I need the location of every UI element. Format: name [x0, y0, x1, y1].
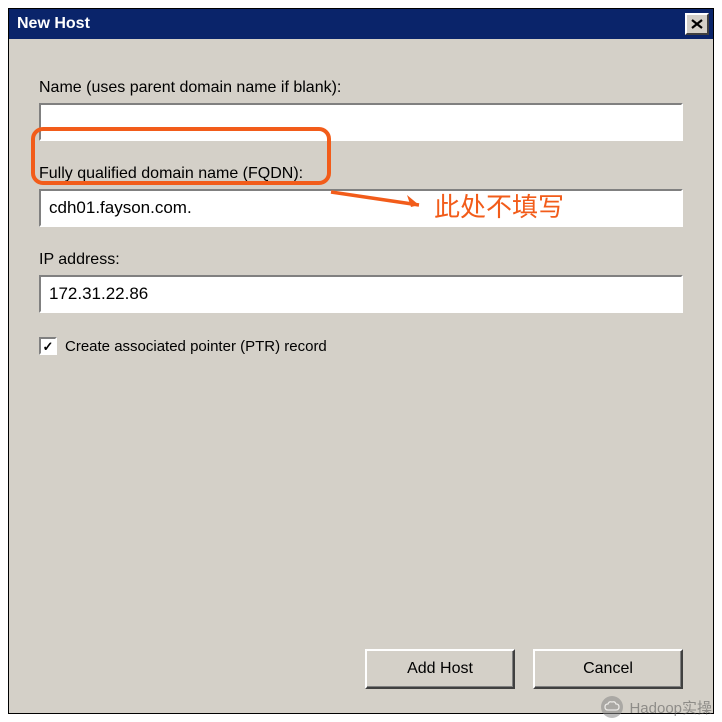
ptr-checkbox[interactable] [39, 337, 57, 355]
cancel-button[interactable]: Cancel [533, 649, 683, 689]
fqdn-label: Fully qualified domain name (FQDN): [39, 165, 683, 183]
ip-label: IP address: [39, 251, 683, 269]
name-input[interactable] [39, 103, 683, 141]
name-label: Name (uses parent domain name if blank): [39, 79, 683, 97]
titlebar: New Host [9, 9, 713, 39]
close-button[interactable] [685, 13, 709, 35]
ptr-checkbox-row: Create associated pointer (PTR) record [39, 337, 683, 355]
dialog-body: Name (uses parent domain name if blank):… [9, 39, 713, 713]
close-icon [691, 19, 703, 29]
fqdn-field-group: Fully qualified domain name (FQDN): [39, 165, 683, 227]
dialog-title: New Host [17, 15, 685, 33]
fqdn-input[interactable] [39, 189, 683, 227]
button-row: Add Host Cancel [365, 649, 683, 689]
add-host-button[interactable]: Add Host [365, 649, 515, 689]
ptr-checkbox-label: Create associated pointer (PTR) record [65, 338, 327, 355]
ip-field-group: IP address: [39, 251, 683, 313]
ip-input[interactable] [39, 275, 683, 313]
new-host-dialog: New Host Name (uses parent domain name i… [8, 8, 714, 714]
name-field-group: Name (uses parent domain name if blank): [39, 79, 683, 141]
